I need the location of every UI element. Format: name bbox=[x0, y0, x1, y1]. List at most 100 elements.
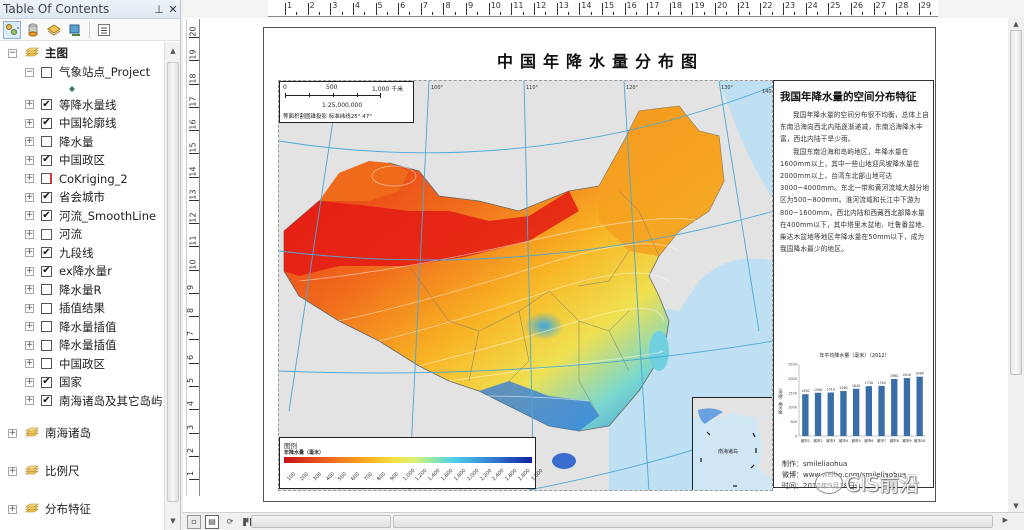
pin-icon[interactable]: ⊥ bbox=[152, 3, 166, 16]
layer-item[interactable]: + ✔ 中国政区 bbox=[25, 151, 105, 169]
layout-scroll-thumb[interactable] bbox=[1010, 30, 1022, 375]
expand-icon[interactable]: + bbox=[25, 211, 34, 220]
layer-item[interactable]: + ✔ 国家 bbox=[25, 373, 82, 391]
layer-item[interactable]: + 河流 bbox=[25, 225, 82, 243]
layer-visibility-checkbox[interactable]: ✔ bbox=[41, 154, 52, 166]
layer-visibility-checkbox[interactable]: ✔ bbox=[41, 99, 52, 110]
layer-visibility-checkbox[interactable] bbox=[41, 339, 52, 351]
ruler-minor-tick bbox=[567, 12, 569, 15]
close-icon[interactable]: ✕ bbox=[166, 3, 180, 16]
layer-item[interactable]: + ✔ 等降水量线 bbox=[25, 96, 117, 114]
refresh-icon[interactable]: ⟳ bbox=[223, 515, 237, 529]
layer-visibility-checkbox[interactable]: ✔ bbox=[41, 117, 52, 129]
scroll-up-arrow[interactable]: ▲ bbox=[165, 44, 181, 58]
expand-icon[interactable]: + bbox=[25, 377, 34, 387]
precipitation-bar-chart: 年平均降水量（毫米）（2012） 降水量（毫米） 0 500 1000 1500 2000 2… bbox=[777, 352, 926, 443]
toc-vertical-scrollbar[interactable]: ▲ ▼ bbox=[164, 42, 180, 530]
layer-visibility-checkbox[interactable] bbox=[41, 302, 52, 314]
list-by-drawing-order-button[interactable] bbox=[3, 20, 21, 39]
expand-icon[interactable]: + bbox=[25, 396, 34, 405]
collapse-icon[interactable]: − bbox=[8, 48, 17, 58]
main-map-frame[interactable]: 90°100°110°120°130°140° bbox=[278, 80, 773, 491]
layer-group-main[interactable]: − 主图 bbox=[8, 44, 68, 62]
ruler-tick bbox=[488, 3, 490, 15]
layer-visibility-checkbox[interactable] bbox=[41, 173, 52, 184]
expand-icon[interactable]: + bbox=[25, 174, 34, 183]
expand-icon[interactable]: + bbox=[8, 504, 17, 514]
expand-icon[interactable]: + bbox=[25, 229, 34, 239]
expand-icon[interactable]: + bbox=[25, 248, 34, 257]
expand-icon[interactable]: + bbox=[25, 340, 34, 350]
scroll-down-arrow[interactable]: ▼ bbox=[1008, 500, 1024, 512]
layer-item[interactable]: + 插值结果 bbox=[25, 299, 105, 317]
horizontal-scroll-track[interactable] bbox=[251, 515, 391, 528]
layer-item[interactable]: + ✔ 省会城市 bbox=[25, 188, 105, 206]
layer-item[interactable]: − 气象站点_Project bbox=[25, 63, 150, 81]
ruler-minor-tick bbox=[771, 12, 773, 15]
layer-item[interactable]: + ✔ 九段线 bbox=[25, 244, 94, 262]
layer-item[interactable]: + ✔ 南海诸岛及其它岛屿 bbox=[25, 392, 163, 410]
layer-visibility-checkbox[interactable]: ✔ bbox=[41, 210, 52, 221]
scroll-right-arrow[interactable]: ▶ bbox=[1003, 516, 1008, 524]
layer-item[interactable]: + 降水量 bbox=[25, 133, 94, 151]
expand-icon[interactable]: + bbox=[8, 466, 17, 476]
layer-item[interactable]: + CoKriging_2 bbox=[25, 170, 128, 188]
scroll-left-arrow[interactable]: ◀ bbox=[243, 516, 248, 524]
layer-item[interactable]: + 中国政区 bbox=[25, 355, 105, 373]
data-view-button[interactable]: ▫ bbox=[187, 514, 201, 529]
scroll-down-arrow[interactable]: ▼ bbox=[165, 514, 181, 528]
layer-group[interactable]: + 分布特征 bbox=[8, 500, 91, 518]
layer-visibility-checkbox[interactable] bbox=[41, 66, 52, 78]
list-by-visibility-button[interactable] bbox=[45, 21, 63, 39]
scroll-up-arrow[interactable]: ▲ bbox=[1008, 18, 1024, 30]
options-button[interactable] bbox=[95, 21, 113, 39]
expand-icon[interactable]: + bbox=[25, 100, 34, 109]
ruler-tick bbox=[760, 3, 762, 15]
expand-icon[interactable]: + bbox=[25, 359, 34, 368]
layer-visibility-checkbox[interactable]: ✔ bbox=[41, 191, 52, 203]
expand-icon[interactable]: + bbox=[8, 428, 17, 438]
horizontal-scroll-thumb[interactable] bbox=[393, 515, 993, 528]
south-china-sea-inset[interactable]: 南海诸岛 bbox=[692, 397, 772, 490]
text-panel-title: 我国年降水量的空间分布特征 bbox=[780, 91, 917, 103]
layer-visibility-checkbox[interactable]: ✔ bbox=[41, 247, 52, 258]
expand-icon[interactable]: + bbox=[25, 322, 34, 331]
layout-horizontal-scrollbar[interactable]: ◀ ▶ bbox=[243, 515, 1008, 528]
layout-view-button[interactable]: ▤ bbox=[205, 514, 219, 529]
expand-icon[interactable]: + bbox=[25, 118, 34, 128]
chart-data-label: 1640 bbox=[852, 384, 860, 388]
layer-item[interactable]: + 降水量R bbox=[25, 281, 102, 299]
list-by-source-button[interactable] bbox=[24, 21, 42, 39]
layer-visibility-checkbox[interactable]: ✔ bbox=[41, 395, 52, 406]
layout-vertical-scrollbar[interactable]: ▲ ▼ bbox=[1008, 18, 1024, 512]
layer-visibility-checkbox[interactable] bbox=[41, 228, 52, 240]
layer-visibility-checkbox[interactable]: ✔ bbox=[41, 376, 52, 388]
layer-visibility-checkbox[interactable]: ✔ bbox=[41, 265, 52, 277]
ruler-tick bbox=[189, 199, 199, 201]
layer-item[interactable]: + ✔ 河流_SmoothLine bbox=[25, 207, 156, 225]
layer-visibility-checkbox[interactable] bbox=[41, 284, 52, 295]
ruler-minor-tick bbox=[681, 12, 683, 15]
expand-icon[interactable]: + bbox=[25, 137, 34, 146]
toc-scroll-thumb[interactable] bbox=[167, 62, 179, 502]
list-by-selection-button[interactable] bbox=[66, 21, 84, 39]
layer-item[interactable]: + 降水量插值 bbox=[25, 318, 117, 336]
layer-visibility-checkbox[interactable] bbox=[41, 358, 52, 369]
collapse-icon[interactable]: − bbox=[25, 67, 34, 77]
expand-icon[interactable]: + bbox=[25, 155, 34, 165]
layer-visibility-checkbox[interactable] bbox=[41, 321, 52, 332]
expand-icon[interactable]: + bbox=[25, 303, 34, 313]
layer-item[interactable]: + ✔ ex降水量r bbox=[25, 262, 112, 280]
expand-icon[interactable]: + bbox=[25, 285, 34, 294]
layer-item[interactable]: + 降水量插值 bbox=[25, 336, 117, 354]
text-panel[interactable]: 我国年降水量的空间分布特征 我国年降水量的空间分布很不均衡，总体上自东南沿海向西… bbox=[773, 80, 934, 490]
layer-item[interactable]: + ✔ 中国轮廓线 bbox=[25, 114, 117, 132]
expand-icon[interactable]: + bbox=[25, 266, 34, 276]
layer-group[interactable]: + 比例尺 bbox=[8, 462, 80, 480]
layer-group[interactable]: + 南海诸岛 bbox=[8, 424, 91, 442]
expand-icon[interactable]: + bbox=[25, 192, 34, 202]
layer-visibility-checkbox[interactable] bbox=[41, 136, 52, 147]
legend[interactable]: 图例 年降水量（毫米） 100 200 300 400 500 600 700 800 900 1… bbox=[279, 437, 544, 489]
ruler-label: 18 bbox=[671, 1, 682, 10]
scale-bar[interactable]: 0 500 1,000 千米 1:25,000,000 等面积割圆锥投影 标准纬… bbox=[279, 81, 414, 123]
